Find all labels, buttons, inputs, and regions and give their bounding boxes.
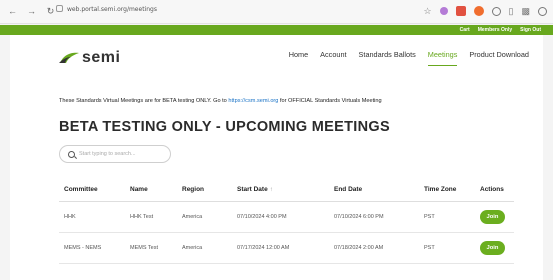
- cell-time-zone: PST: [419, 232, 475, 264]
- forward-icon[interactable]: →: [25, 5, 38, 18]
- cell-region: America: [177, 201, 232, 233]
- notice-text-after: for OFFICIAL Standards Virtuals Meeting: [278, 98, 382, 104]
- page-title: BETA TESTING ONLY - UPCOMING MEETINGS: [59, 119, 390, 135]
- cell-start-date: 07/10/2024 4:00 PM: [232, 201, 329, 233]
- search-box[interactable]: [59, 145, 171, 163]
- extension-purple-icon[interactable]: [439, 7, 448, 15]
- cell-actions: Join: [475, 232, 514, 264]
- col-end-date: End Date: [329, 178, 419, 202]
- extensions-puzzle-icon[interactable]: ▯: [509, 6, 514, 16]
- logo-text: semi: [82, 49, 121, 66]
- sort-arrow-icon[interactable]: ↑: [270, 187, 273, 193]
- utility-bar: Cart Members Only Sign Out: [0, 25, 553, 35]
- menu-meetings[interactable]: Meetings: [427, 50, 458, 66]
- cell-end-date: 07/18/2024 2:00 AM: [329, 232, 419, 264]
- extension-icons: ☆ ▯ ▩: [423, 6, 547, 16]
- beta-notice: These Standards Virtual Meetings are for…: [59, 98, 382, 104]
- table-header-row: Committee Name Region Start Date ↑ End Da…: [59, 178, 514, 202]
- col-name: Name: [125, 178, 177, 202]
- address-bar[interactable]: web.portal.semi.org/meetings: [56, 5, 157, 13]
- col-actions: Actions: [475, 178, 514, 202]
- semi-logo[interactable]: semi: [58, 49, 120, 67]
- menu-product-download[interactable]: Product Download: [469, 50, 529, 66]
- join-button[interactable]: Join: [480, 209, 505, 224]
- col-start-date-label: Start Date: [237, 185, 268, 193]
- menu-standards-ballots[interactable]: Standards Ballots: [359, 50, 416, 66]
- table-row: MEMS - NEMS MEMS Test America 07/17/2024…: [59, 232, 514, 264]
- cell-committee: HHK: [59, 201, 125, 233]
- cell-name: HHK Test: [125, 201, 177, 233]
- profile-icon[interactable]: [538, 6, 547, 16]
- col-region: Region: [177, 178, 232, 202]
- sign-out-link[interactable]: Sign Out: [520, 27, 541, 33]
- extension-orange-icon[interactable]: [473, 6, 484, 16]
- search-icon: [68, 150, 75, 158]
- menu-account[interactable]: Account: [320, 50, 346, 66]
- cell-start-date: 07/17/2024 12:00 AM: [232, 232, 329, 264]
- browser-toolbar: ← → ↻ web.portal.semi.org/meetings ☆ ▯ ▩: [0, 0, 553, 24]
- cell-committee: MEMS - NEMS: [59, 232, 125, 264]
- search-input[interactable]: [79, 151, 169, 157]
- official-meetings-link[interactable]: https://csm.semi.org: [228, 98, 278, 104]
- members-only-link[interactable]: Members Only: [478, 27, 512, 33]
- extension-ring-icon[interactable]: [491, 6, 501, 16]
- cell-time-zone: PST: [419, 201, 475, 233]
- col-start-date[interactable]: Start Date ↑: [232, 178, 329, 202]
- table-row: HHK HHK Test America 07/10/2024 4:00 PM …: [59, 201, 514, 233]
- extension-red-icon[interactable]: [455, 6, 466, 16]
- cell-name: MEMS Test: [125, 232, 177, 264]
- col-committee: Committee: [59, 178, 125, 202]
- meetings-table: Committee Name Region Start Date ↑ End Da…: [59, 178, 514, 264]
- url-text: web.portal.semi.org/meetings: [67, 6, 157, 13]
- cell-actions: Join: [475, 201, 514, 233]
- menu-home[interactable]: Home: [289, 50, 308, 66]
- cell-end-date: 07/10/2024 6:00 PM: [329, 201, 419, 233]
- main-page: semi Home Account Standards Ballots Meet…: [10, 35, 543, 280]
- cart-link[interactable]: Cart: [460, 27, 470, 33]
- main-menu: Home Account Standards Ballots Meetings …: [289, 50, 529, 66]
- semi-swoosh-icon: [59, 52, 79, 63]
- cell-region: America: [177, 232, 232, 264]
- back-icon[interactable]: ←: [6, 5, 19, 18]
- col-time-zone: Time Zone: [419, 178, 475, 202]
- site-info-icon[interactable]: [56, 5, 63, 12]
- notice-text-before: These Standards Virtual Meetings are for…: [59, 98, 229, 104]
- bookmark-star-icon[interactable]: ☆: [423, 6, 431, 16]
- sidebar-toggle-icon[interactable]: ▩: [521, 6, 530, 16]
- join-button[interactable]: Join: [480, 240, 505, 255]
